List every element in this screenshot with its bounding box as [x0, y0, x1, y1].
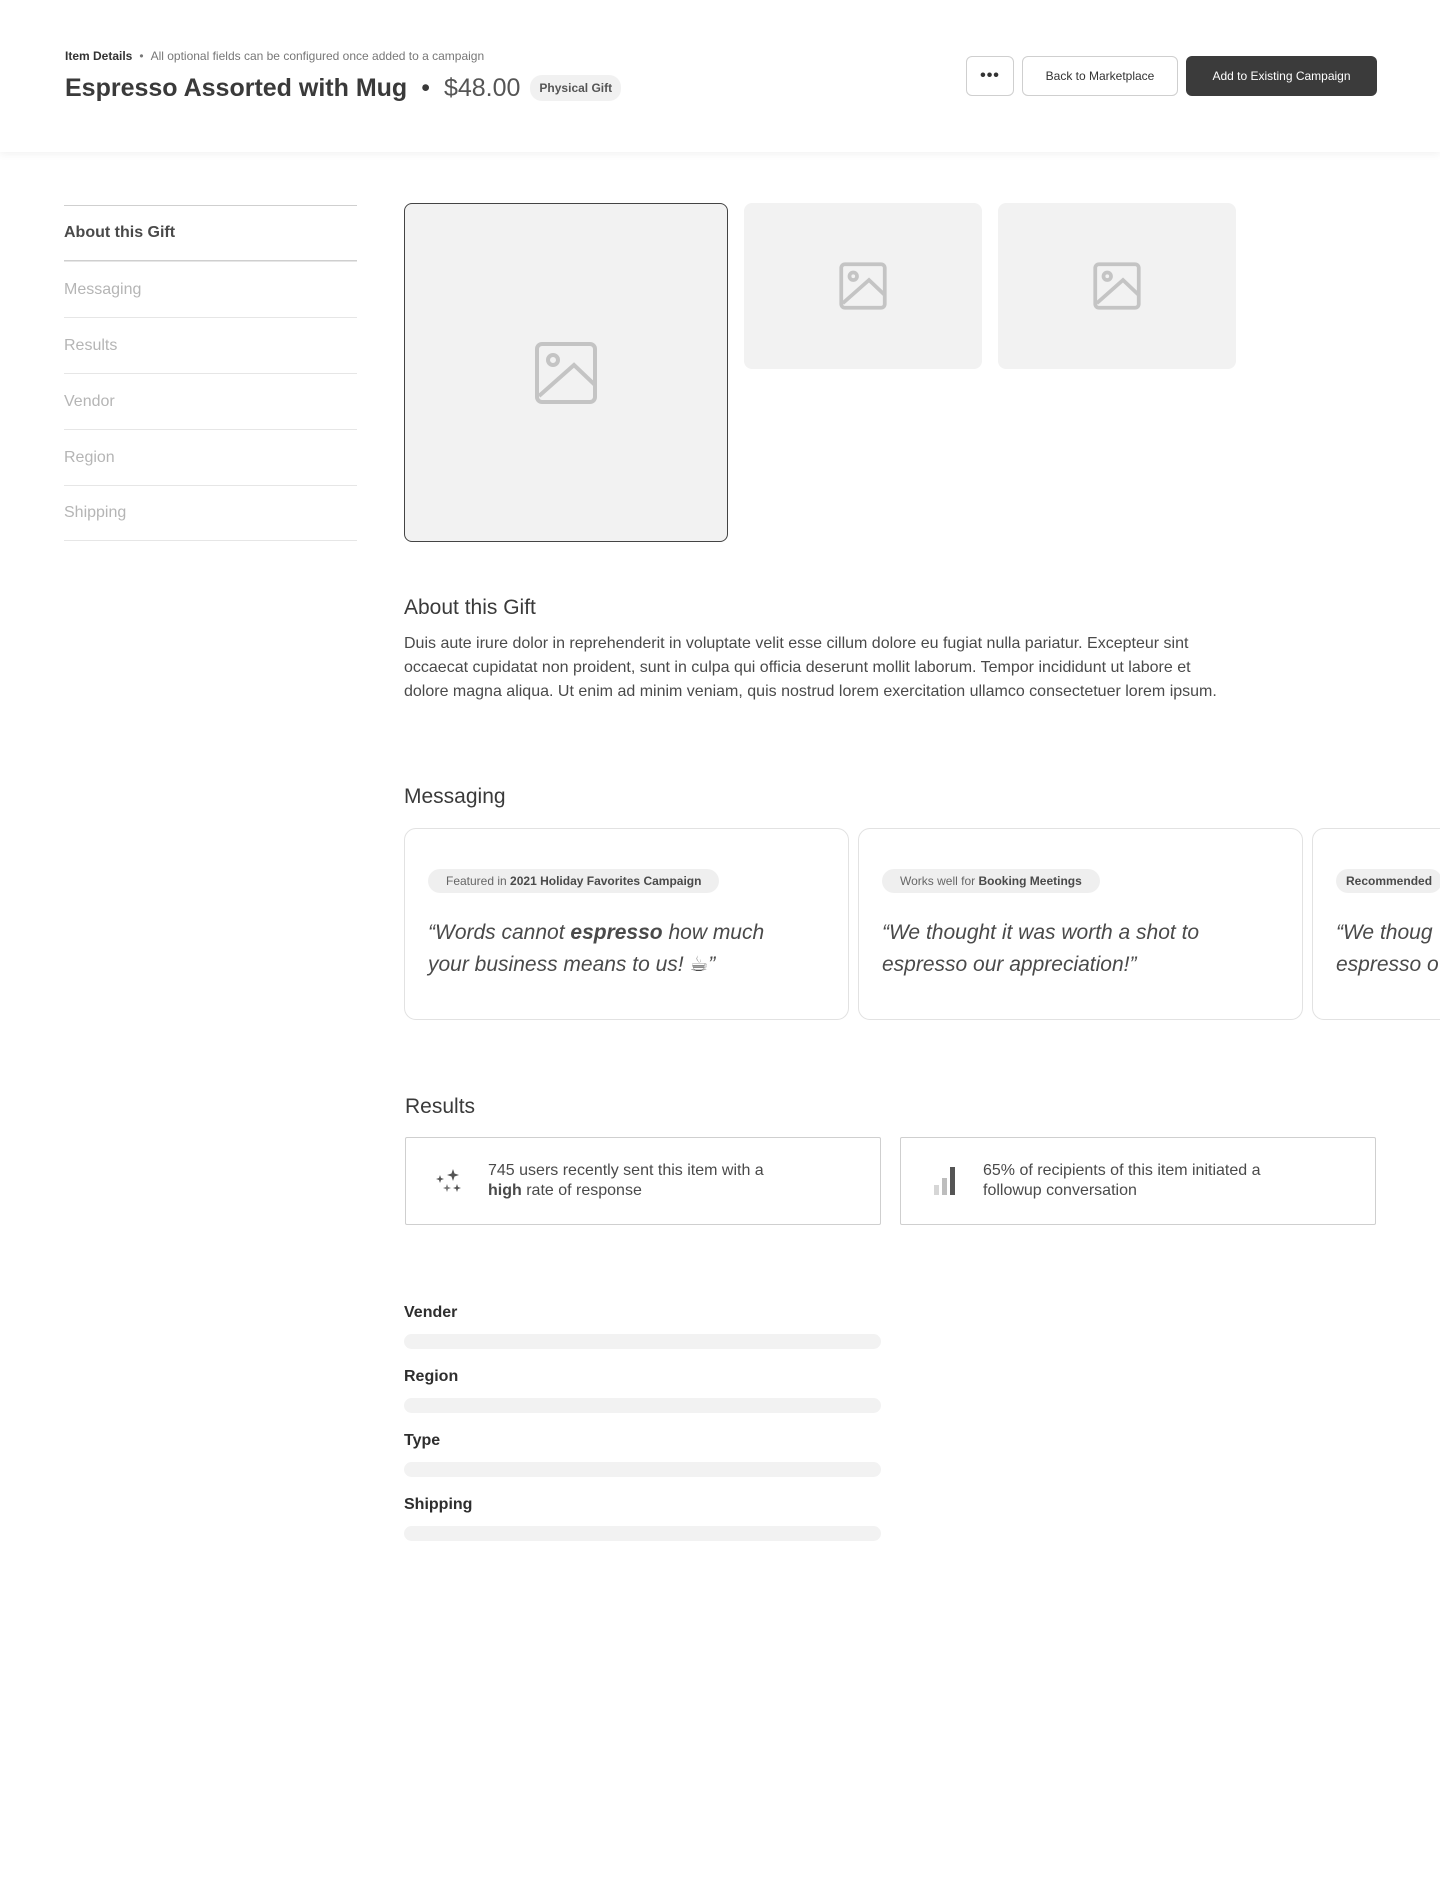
type-label: Type — [404, 1432, 441, 1449]
quote-emphasis: espresso — [570, 921, 663, 944]
product-thumbnail[interactable] — [998, 203, 1236, 369]
breadcrumb-separator: • — [139, 49, 144, 63]
message-card[interactable]: Works well for Booking Meetings “We thou… — [858, 828, 1303, 1020]
results-heading: Results — [405, 1095, 476, 1118]
shipping-placeholder-bar — [404, 1526, 881, 1541]
title-separator: • — [421, 73, 430, 102]
back-to-marketplace-button[interactable]: Back to Marketplace — [1022, 56, 1178, 96]
result-line: 65% of recipients of this item initiated… — [983, 1162, 1261, 1179]
about-description: Duis aute irure dolor in reprehenderit i… — [404, 635, 1217, 700]
nav-item-region[interactable]: Region — [64, 429, 357, 485]
region-placeholder-bar — [404, 1398, 881, 1413]
nav-item-messaging[interactable]: Messaging — [64, 261, 357, 317]
section-nav: About this Gift Messaging Results Vendor… — [64, 205, 357, 541]
breadcrumb-note: All optional fields can be configured on… — [150, 49, 485, 63]
result-text: 745 users recently sent this item with a… — [488, 1161, 764, 1201]
main-product-image[interactable] — [404, 203, 728, 542]
quote-text: espresso o — [1336, 953, 1439, 976]
message-quote: “Words cannot espresso how much your bus… — [428, 917, 838, 981]
result-card: 65% of recipients of this item initiated… — [900, 1137, 1376, 1225]
result-card: 745 users recently sent this item with a… — [405, 1137, 881, 1225]
quote-text: your business means to us! ☕” — [428, 953, 716, 976]
image-placeholder-icon — [535, 341, 597, 404]
quote-text: espresso our appreciation!” — [882, 953, 1137, 976]
result-line: 745 users recently sent this item with a — [488, 1162, 764, 1179]
more-options-button[interactable]: ••• — [966, 56, 1014, 96]
nav-item-vendor[interactable]: Vendor — [64, 373, 357, 429]
quote-text: “We thought it was worth a shot to — [882, 921, 1200, 944]
result-text: 65% of recipients of this item initiated… — [983, 1161, 1260, 1201]
message-card[interactable]: Recommended “We thoug espresso o — [1312, 828, 1440, 1020]
message-quote: “We thoug espresso o — [1336, 917, 1440, 981]
result-emphasis: high — [488, 1182, 522, 1199]
item-price: $48.00 — [443, 73, 521, 102]
message-chip: Recommended — [1336, 869, 1440, 893]
message-chip: Featured in 2021 Holiday Favorites Campa… — [428, 869, 720, 893]
message-chip: Works well for Booking Meetings — [882, 869, 1100, 893]
vendor-placeholder-bar — [404, 1334, 881, 1349]
product-thumbnail[interactable] — [744, 203, 982, 369]
title-row: Espresso Assorted with Mug • $48.00 Phys… — [65, 72, 622, 104]
sparkles-icon — [436, 1169, 461, 1192]
page-title: Espresso Assorted with Mug — [65, 73, 408, 102]
bar-chart-icon — [934, 1167, 955, 1195]
nav-item-about[interactable]: About this Gift — [64, 205, 357, 261]
chip-use-case: Booking Meetings — [978, 874, 1082, 888]
messaging-heading: Messaging — [404, 785, 506, 808]
breadcrumb-label: Item Details — [65, 49, 133, 63]
chip-prefix: Featured in — [446, 874, 507, 888]
chip-label: Recommended — [1346, 874, 1433, 888]
message-quote: “We thought it was worth a shot to espre… — [882, 917, 1292, 981]
quote-text: “We thoug — [1336, 921, 1433, 944]
result-line: rate of response — [521, 1182, 642, 1199]
about-heading: About this Gift — [404, 596, 536, 619]
breadcrumb: Item Details • All optional fields can be … — [65, 49, 484, 63]
vendor-label: Vender — [404, 1304, 458, 1321]
region-label: Region — [404, 1368, 459, 1385]
image-placeholder-icon — [1093, 262, 1141, 310]
chip-campaign: 2021 Holiday Favorites Campaign — [510, 874, 702, 888]
gift-type-badge: Physical Gift — [530, 75, 622, 101]
shipping-label: Shipping — [404, 1496, 473, 1513]
quote-text: how much — [662, 921, 765, 944]
quote-text: “Words cannot — [428, 921, 571, 944]
image-placeholder-icon — [839, 262, 887, 310]
result-line: followup conversation — [983, 1182, 1137, 1199]
nav-item-results[interactable]: Results — [64, 317, 357, 373]
add-to-campaign-button[interactable]: Add to Existing Campaign — [1186, 56, 1377, 96]
page-header: Item Details • All optional fields can be … — [0, 0, 1440, 152]
nav-item-shipping[interactable]: Shipping — [64, 485, 357, 541]
type-placeholder-bar — [404, 1462, 881, 1477]
chip-prefix: Works well for — [900, 874, 976, 888]
message-card[interactable]: Featured in 2021 Holiday Favorites Campa… — [404, 828, 849, 1020]
